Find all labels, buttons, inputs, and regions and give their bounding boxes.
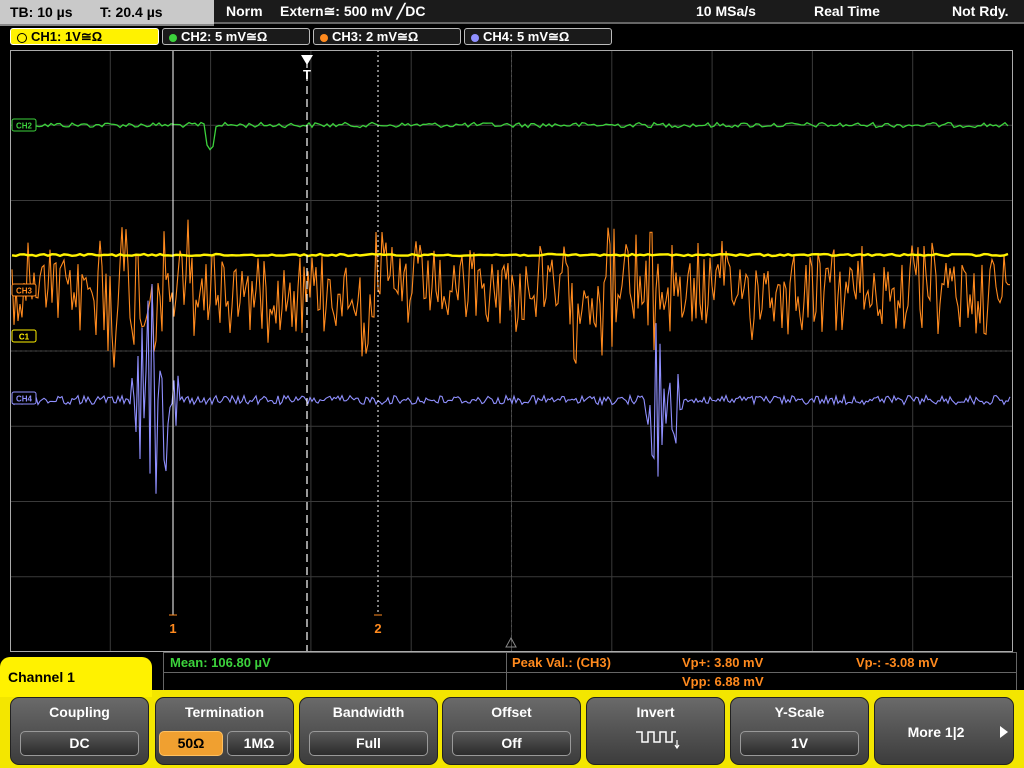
peak-title: Peak Val.: (CH3) xyxy=(512,655,611,670)
termination-button[interactable]: Termination 50Ω 1MΩ xyxy=(155,697,294,765)
bandwidth-label: Bandwidth xyxy=(332,704,405,720)
measurement-panel[interactable]: Mean: 106.80 µV Peak Val.: (CH3) Vp+: 3.… xyxy=(163,652,1017,692)
divider xyxy=(164,672,1016,673)
bandwidth-button[interactable]: Bandwidth Full xyxy=(299,697,438,765)
vpp-value: Vpp: 6.88 mV xyxy=(682,674,764,689)
offset-label: Offset xyxy=(491,704,532,720)
invert-button[interactable]: Invert xyxy=(586,697,725,765)
bandwidth-value: Full xyxy=(309,731,428,756)
invert-label: Invert xyxy=(636,704,675,720)
menu-title: Channel 1 xyxy=(8,669,75,685)
y-scale-button[interactable]: Y-Scale 1V xyxy=(730,697,869,765)
offset-button[interactable]: Offset Off xyxy=(442,697,581,765)
y-scale-value: 1V xyxy=(740,731,859,756)
mean-value: Mean: 106.80 µV xyxy=(170,655,271,670)
graticule-frame xyxy=(10,50,1013,652)
coupling-button[interactable]: Coupling DC xyxy=(10,697,149,765)
more-label: More 1|2 xyxy=(907,724,965,740)
coupling-label: Coupling xyxy=(49,704,110,720)
offset-value: Off xyxy=(452,731,571,756)
next-arrow-icon xyxy=(1000,726,1008,738)
menu-title-tab: Channel 1 xyxy=(0,657,152,697)
y-scale-label: Y-Scale xyxy=(774,704,825,720)
more-button[interactable]: More 1|2 xyxy=(874,697,1014,765)
termination-label: Termination xyxy=(184,704,265,720)
invert-waveform-icon xyxy=(636,731,680,750)
coupling-value: DC xyxy=(20,731,139,756)
termination-50ohm[interactable]: 50Ω xyxy=(159,731,223,756)
vp-plus-value: Vp+: 3.80 mV xyxy=(682,655,764,670)
vp-minus-value: Vp-: -3.08 mV xyxy=(856,655,939,670)
termination-1mohm[interactable]: 1MΩ xyxy=(227,731,291,756)
